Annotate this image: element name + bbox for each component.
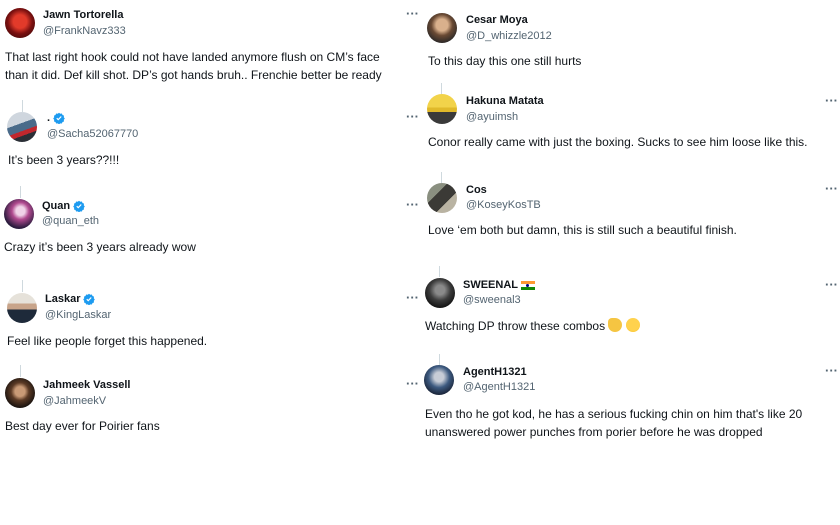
tweet-text: Feel like people forget this happened. (7, 334, 208, 348)
more-options-icon[interactable]: ··· (825, 94, 838, 107)
display-name[interactable]: Cesar Moya (466, 14, 528, 26)
verified-badge-icon (83, 293, 96, 305)
handle[interactable]: @FrankNavz333 (43, 25, 126, 37)
handle[interactable]: @Sacha52067770 (47, 128, 138, 140)
tweet-text: than it did. Def kill shot. DP’s got han… (5, 68, 382, 82)
tweet-text: To this day this one still hurts (428, 54, 582, 68)
verified-badge-icon (73, 200, 85, 212)
avatar[interactable] (4, 199, 34, 229)
handle[interactable]: @AgentH1321 (463, 381, 535, 393)
handle[interactable]: @D_whizzle2012 (466, 30, 552, 42)
more-options-icon[interactable]: ··· (406, 7, 419, 20)
thread-line (20, 365, 21, 377)
tweet-text: Best day ever for Poirier fans (5, 419, 160, 433)
more-options-icon[interactable]: ··· (406, 198, 419, 211)
display-name[interactable]: Jawn Tortorella (43, 9, 123, 21)
avatar[interactable] (425, 278, 455, 308)
thread-line (22, 100, 23, 112)
thread-line (439, 266, 440, 277)
tweet-text: That last right hook could not have land… (5, 50, 380, 64)
display-name[interactable]: Cos (466, 184, 487, 196)
more-options-icon[interactable]: ··· (406, 291, 419, 304)
handle[interactable]: @quan_eth (42, 215, 99, 227)
tweet-text: unanswered power punches from porier bef… (425, 425, 763, 439)
handle[interactable]: @ayuimsh (466, 111, 518, 123)
display-name[interactable]: AgentH1321 (463, 366, 527, 378)
display-name[interactable]: . (47, 112, 50, 124)
tweet-text: Love ‘em both but damn, this is still su… (428, 223, 737, 237)
display-name[interactable]: Laskar (45, 293, 80, 305)
tweet-text: Even tho he got kod, he has a serious fu… (425, 407, 803, 421)
tweet-text-content: Watching DP throw these combos (425, 319, 606, 333)
thread-line (439, 354, 440, 365)
verified-badge-icon (53, 112, 65, 124)
display-name[interactable]: Quan (42, 200, 70, 212)
tweet-text: Conor really came with just the boxing. … (428, 135, 808, 149)
display-name[interactable]: Jahmeek Vassell (43, 379, 130, 391)
thread-line (441, 172, 442, 183)
more-options-icon[interactable]: ··· (406, 377, 419, 390)
avatar[interactable] (427, 183, 457, 213)
more-options-icon[interactable]: ··· (825, 278, 838, 291)
avatar[interactable] (7, 112, 37, 142)
handle[interactable]: @JahmeekV (43, 395, 106, 407)
india-flag-icon (521, 280, 535, 290)
thread-line (441, 83, 442, 94)
ok-hand-emoji-icon (608, 318, 623, 332)
more-options-icon[interactable]: ··· (406, 110, 419, 123)
more-options-icon[interactable]: ··· (825, 182, 838, 195)
handle[interactable]: @KoseyKosTB (466, 199, 541, 211)
tweet-text: Crazy it’s been 3 years already wow (4, 240, 196, 254)
more-options-icon[interactable]: ··· (825, 364, 838, 377)
tweet-text: Watching DP throw these combos (425, 317, 640, 335)
avatar[interactable] (427, 13, 457, 43)
thread-line (20, 186, 21, 198)
avatar[interactable] (7, 293, 37, 323)
thread-line (22, 280, 23, 292)
avatar[interactable] (424, 365, 454, 395)
handle[interactable]: @sweenal3 (463, 294, 521, 306)
display-name[interactable]: SWEENAL (463, 279, 518, 291)
avatar[interactable] (5, 378, 35, 408)
avatar[interactable] (5, 8, 35, 38)
relieved-face-emoji-icon (625, 318, 640, 332)
display-name[interactable]: Hakuna Matata (466, 95, 544, 107)
avatar[interactable] (427, 94, 457, 124)
tweet-text: It’s been 3 years??!!! (8, 153, 120, 167)
handle[interactable]: @KingLaskar (45, 309, 111, 321)
